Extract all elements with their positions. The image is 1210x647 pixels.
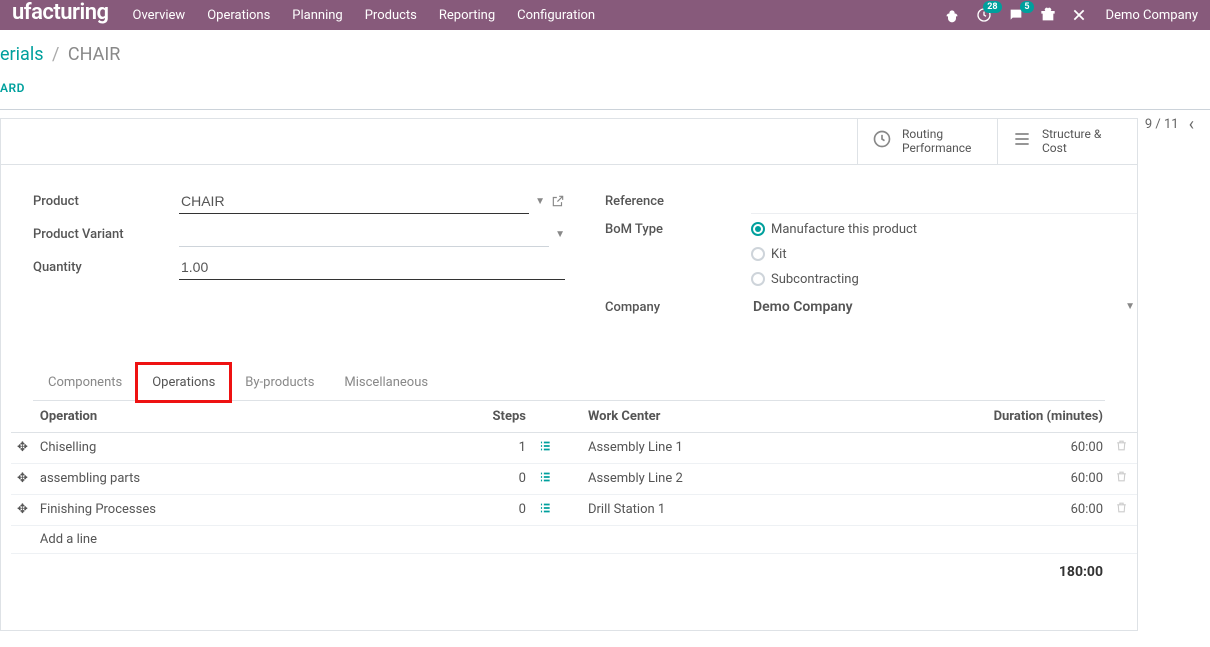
nav-planning[interactable]: Planning — [292, 8, 342, 23]
company-select[interactable]: Demo Company ▼ — [751, 295, 1137, 320]
product-label: Product — [33, 194, 179, 209]
stat-buttons: Routing Performance Structure & Cost — [1, 119, 1137, 165]
cell-workcenter[interactable]: Assembly Line 2 — [582, 463, 939, 494]
variant-input[interactable] — [179, 222, 549, 247]
nav-configuration[interactable]: Configuration — [517, 8, 595, 23]
company-label: Company — [605, 300, 751, 315]
quantity-label: Quantity — [33, 260, 179, 275]
cell-operation[interactable]: Finishing Processes — [34, 494, 462, 525]
nav-operations[interactable]: Operations — [207, 8, 270, 23]
nav-reporting[interactable]: Reporting — [439, 8, 495, 23]
cell-steps: 0 — [462, 463, 532, 494]
top-nav: Overview Operations Planning Products Re… — [133, 8, 944, 23]
nav-products[interactable]: Products — [365, 8, 417, 23]
drag-handle-icon[interactable]: ✥ — [11, 432, 34, 463]
activities-icon[interactable]: 28 — [976, 7, 992, 23]
cell-duration[interactable]: 60:00 — [939, 494, 1109, 525]
col-duration: Duration (minutes) — [939, 401, 1109, 433]
add-line-link[interactable]: Add a line — [34, 525, 1137, 553]
app-brand: ufacturing — [12, 0, 109, 25]
form-left-column: Product ▼ Product Variant — [33, 189, 565, 328]
col-operation: Operation — [34, 401, 462, 433]
cell-duration[interactable]: 60:00 — [939, 463, 1109, 494]
col-steps: Steps — [462, 401, 532, 433]
radio-checked-icon — [751, 222, 765, 236]
drag-handle-icon[interactable]: ✥ — [11, 494, 34, 525]
chevron-down-icon: ▼ — [1125, 301, 1135, 312]
cell-workcenter[interactable]: Drill Station 1 — [582, 494, 939, 525]
top-navbar: ufacturing Overview Operations Planning … — [0, 0, 1210, 30]
breadcrumb: erials / CHAIR — [0, 30, 1210, 65]
bug-icon[interactable] — [944, 7, 960, 23]
chevron-down-icon[interactable]: ▼ — [555, 229, 565, 240]
duration-total: 180:00 — [939, 553, 1109, 590]
bomtype-label: BoM Type — [605, 222, 751, 237]
notebook-tabs: Components Operations By-products Miscel… — [33, 364, 1105, 401]
product-input[interactable] — [179, 189, 529, 214]
top-icons: 28 5 Demo Company — [944, 7, 1198, 23]
breadcrumb-prev[interactable]: erials — [0, 44, 43, 65]
pager: 9 / 11 ‹ — [1145, 114, 1194, 135]
cell-workcenter[interactable]: Assembly Line 1 — [582, 432, 939, 463]
discard-button[interactable]: ARD — [0, 65, 1210, 105]
cell-operation[interactable]: Chiselling — [34, 432, 462, 463]
steps-list-icon[interactable] — [538, 503, 552, 519]
reference-input[interactable] — [751, 189, 1137, 214]
variant-label: Product Variant — [33, 227, 179, 242]
col-workcenter: Work Center — [582, 401, 939, 433]
bomtype-subcontracting[interactable]: Subcontracting — [751, 272, 917, 287]
cell-steps: 1 — [462, 432, 532, 463]
tab-by-products[interactable]: By-products — [230, 364, 329, 401]
form-right-column: Reference BoM Type Manufacture this prod… — [605, 189, 1137, 328]
form-card: Routing Performance Structure & Cost — [0, 118, 1138, 631]
bomtype-kit[interactable]: Kit — [751, 247, 917, 262]
messages-badge: 5 — [1020, 1, 1033, 13]
delete-row-icon[interactable] — [1109, 432, 1137, 463]
tab-operations[interactable]: Operations — [137, 364, 230, 401]
delete-row-icon[interactable] — [1109, 463, 1137, 494]
quantity-input[interactable] — [179, 255, 565, 280]
nav-overview[interactable]: Overview — [133, 8, 186, 23]
close-icon[interactable] — [1072, 8, 1086, 22]
routing-performance-button[interactable]: Routing Performance — [857, 119, 997, 164]
tab-components[interactable]: Components — [33, 364, 137, 401]
tab-miscellaneous[interactable]: Miscellaneous — [329, 364, 443, 401]
table-row[interactable]: ✥assembling parts0 Assembly Line 260:00 — [11, 463, 1137, 494]
clock-icon — [872, 129, 892, 153]
cell-steps: 0 — [462, 494, 532, 525]
table-row[interactable]: ✥Chiselling1 Assembly Line 160:00 — [11, 432, 1137, 463]
operations-table: Operation Steps Work Center Duration (mi… — [11, 401, 1137, 590]
delete-row-icon[interactable] — [1109, 494, 1137, 525]
radio-icon — [751, 272, 765, 286]
structure-cost-button[interactable]: Structure & Cost — [997, 119, 1137, 164]
pager-prev-icon[interactable]: ‹ — [1189, 114, 1194, 135]
list-icon — [1012, 129, 1032, 153]
steps-list-icon[interactable] — [538, 441, 552, 457]
gift-icon[interactable] — [1040, 7, 1056, 23]
cell-operation[interactable]: assembling parts — [34, 463, 462, 494]
radio-icon — [751, 247, 765, 261]
reference-label: Reference — [605, 194, 751, 209]
chevron-down-icon[interactable]: ▼ — [535, 196, 545, 207]
pager-text: 9 / 11 — [1145, 117, 1179, 132]
messages-icon[interactable]: 5 — [1008, 7, 1024, 23]
cell-duration[interactable]: 60:00 — [939, 432, 1109, 463]
breadcrumb-current: CHAIR — [68, 44, 120, 65]
bomtype-radio-group: Manufacture this product Kit Subcontract… — [751, 222, 917, 287]
activities-badge: 28 — [983, 1, 1001, 13]
external-link-icon[interactable] — [551, 194, 565, 208]
drag-handle-icon[interactable]: ✥ — [11, 463, 34, 494]
company-switcher[interactable]: Demo Company — [1106, 8, 1198, 23]
steps-list-icon[interactable] — [538, 472, 552, 488]
table-row[interactable]: ✥Finishing Processes0 Drill Station 160:0… — [11, 494, 1137, 525]
bomtype-manufacture[interactable]: Manufacture this product — [751, 222, 917, 237]
